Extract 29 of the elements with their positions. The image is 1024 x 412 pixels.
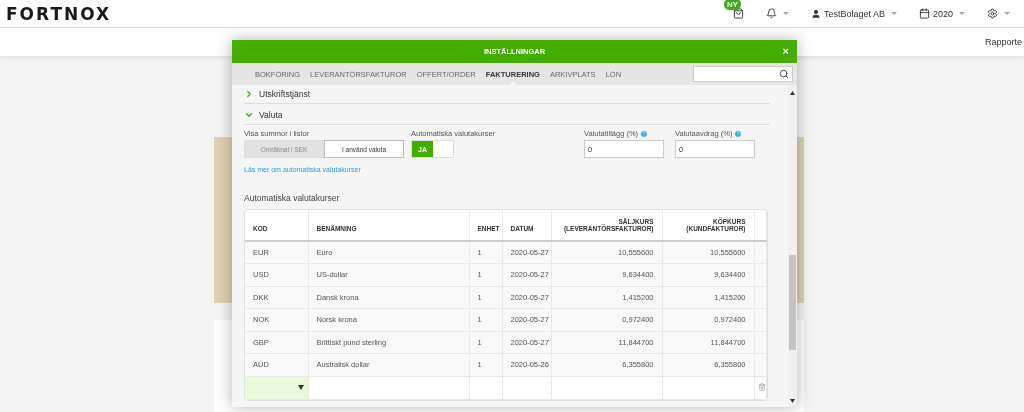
new-badge: NY — [723, 0, 742, 10]
section-title[interactable]: Utskriftstjänst — [259, 89, 310, 99]
company-menu[interactable]: TestBolaget AB — [823, 8, 885, 19]
search-icon — [779, 69, 789, 79]
caret-icon — [297, 385, 304, 390]
settings-icon[interactable] — [987, 8, 998, 19]
caret-icon — [959, 12, 965, 15]
caret-icon — [782, 12, 789, 15]
logo: FORTNOX — [6, 3, 112, 24]
chevron-right-icon[interactable] — [244, 89, 254, 99]
help-icon[interactable] — [734, 129, 743, 138]
scrollbar[interactable] — [788, 85, 797, 407]
scrollbar-thumb[interactable] — [789, 255, 796, 350]
nav-link[interactable]: Rapporte — [984, 37, 1022, 47]
search-field[interactable] — [693, 66, 793, 82]
caret-icon — [890, 12, 897, 15]
shopping-bag-icon[interactable] — [732, 8, 744, 19]
chevron-down-icon[interactable] — [244, 110, 254, 120]
help-icon[interactable] — [640, 129, 649, 138]
calendar-icon — [918, 8, 930, 19]
table-title: Automatiska valutakurser — [244, 193, 341, 203]
caret-icon — [1004, 12, 1010, 15]
year-menu[interactable]: 2020 — [932, 8, 953, 19]
scroll-down-icon[interactable] — [790, 399, 795, 403]
section-title[interactable]: Valuta — [259, 110, 283, 120]
bell-icon[interactable] — [765, 8, 777, 19]
scroll-up-icon[interactable] — [790, 91, 795, 95]
trash-icon[interactable] — [757, 382, 766, 391]
user-icon — [810, 8, 821, 19]
